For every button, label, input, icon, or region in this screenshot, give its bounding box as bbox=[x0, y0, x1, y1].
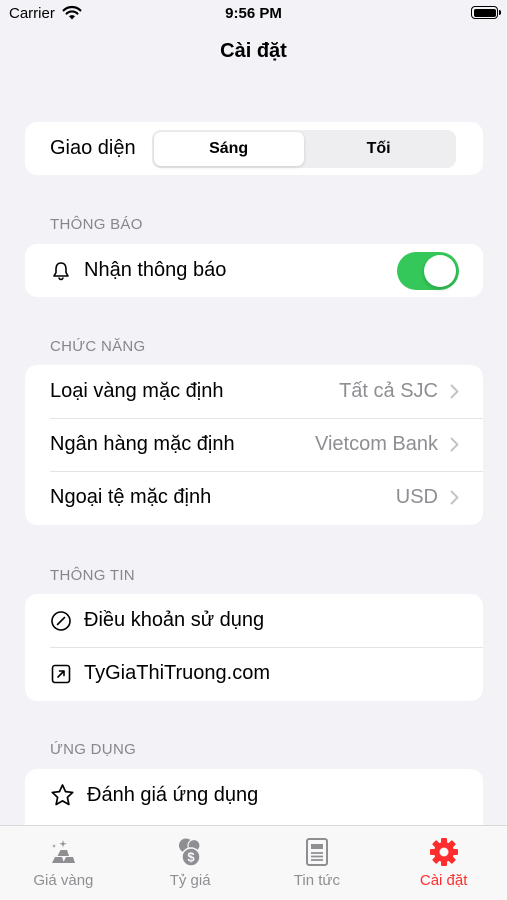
status-bar: Carrier 9:56 PM bbox=[0, 0, 507, 28]
notifications-card: Nhận thông báo bbox=[25, 244, 483, 297]
chevron-right-icon bbox=[450, 437, 459, 452]
default-currency-value: USD bbox=[395, 486, 438, 508]
info-card: Điều khoản sử dụng TyGiaThiTruong.com bbox=[25, 594, 483, 701]
gear-icon bbox=[429, 838, 458, 866]
tab-bar: Giá vàng $ Tỷ giá Tin tức Cài đặt bbox=[0, 825, 507, 900]
notification-toggle[interactable] bbox=[397, 251, 459, 290]
row-rate-app[interactable]: Đánh giá ứng dụng bbox=[25, 769, 483, 822]
row-default-currency[interactable]: Ngoại tệ mặc định USD bbox=[25, 471, 483, 524]
default-currency-label: Ngoại tệ mặc định bbox=[50, 486, 212, 508]
tab-label: Tin tức bbox=[293, 872, 340, 889]
svg-text:$: $ bbox=[188, 850, 196, 865]
default-bank-value: Vietcom Bank bbox=[314, 433, 438, 455]
battery-icon bbox=[471, 6, 501, 19]
appearance-segmented-control[interactable]: Sáng Tối bbox=[151, 129, 456, 168]
tab-label: Cài đặt bbox=[419, 872, 468, 889]
newspaper-icon bbox=[305, 838, 328, 866]
website-link-label: TyGiaThiTruong.com bbox=[84, 662, 270, 684]
row-terms-of-use[interactable]: Điều khoản sử dụng bbox=[25, 594, 483, 647]
notification-label: Nhận thông báo bbox=[84, 259, 227, 281]
default-bank-label: Ngân hàng mặc định bbox=[50, 433, 235, 455]
star-icon bbox=[51, 784, 74, 806]
segment-light[interactable]: Sáng bbox=[153, 131, 304, 166]
external-link-icon bbox=[51, 664, 71, 683]
segment-dark[interactable]: Tối bbox=[304, 132, 454, 166]
row-default-gold-type[interactable]: Loại vàng mặc định Tất cả SJC bbox=[25, 365, 483, 418]
default-gold-type-label: Loại vàng mặc định bbox=[50, 380, 224, 402]
section-header-info: THÔNG TIN bbox=[50, 567, 135, 584]
tab-settings[interactable]: Cài đặt bbox=[380, 826, 507, 900]
page-title: Cài đặt bbox=[220, 40, 287, 62]
no-entry-icon bbox=[51, 610, 71, 631]
currency-coins-icon: $ bbox=[179, 838, 201, 867]
bell-icon bbox=[53, 261, 69, 280]
status-time: 9:56 PM bbox=[225, 5, 282, 22]
appearance-row: Giao diện Sáng Tối bbox=[25, 122, 483, 175]
section-header-features: CHỨC NĂNG bbox=[50, 338, 146, 355]
appearance-card: Giao diện Sáng Tối bbox=[25, 122, 483, 175]
tab-label: Tỷ giá bbox=[169, 872, 211, 889]
tab-exchange-rate[interactable]: $ Tỷ giá bbox=[127, 826, 254, 900]
chevron-right-icon bbox=[450, 384, 459, 399]
notification-row[interactable]: Nhận thông báo bbox=[25, 244, 483, 297]
terms-of-use-label: Điều khoản sử dụng bbox=[84, 609, 265, 631]
section-header-app: ỨNG DỤNG bbox=[50, 741, 137, 758]
default-gold-type-value: Tất cả SJC bbox=[339, 380, 438, 402]
tab-label: Giá vàng bbox=[33, 872, 94, 889]
tab-news[interactable]: Tin tức bbox=[254, 826, 381, 900]
section-header-notifications: THÔNG BÁO bbox=[50, 216, 143, 233]
appearance-label: Giao diện bbox=[50, 137, 136, 159]
row-website-link[interactable]: TyGiaThiTruong.com bbox=[25, 647, 483, 700]
rate-app-label: Đánh giá ứng dụng bbox=[87, 784, 259, 806]
chevron-right-icon bbox=[450, 490, 459, 505]
row-default-bank[interactable]: Ngân hàng mặc định Vietcom Bank bbox=[25, 418, 483, 471]
tab-gold-price[interactable]: Giá vàng bbox=[0, 826, 127, 900]
gold-bars-icon bbox=[52, 840, 76, 863]
features-card: Loại vàng mặc định Tất cả SJC Ngân hàng … bbox=[25, 365, 483, 525]
